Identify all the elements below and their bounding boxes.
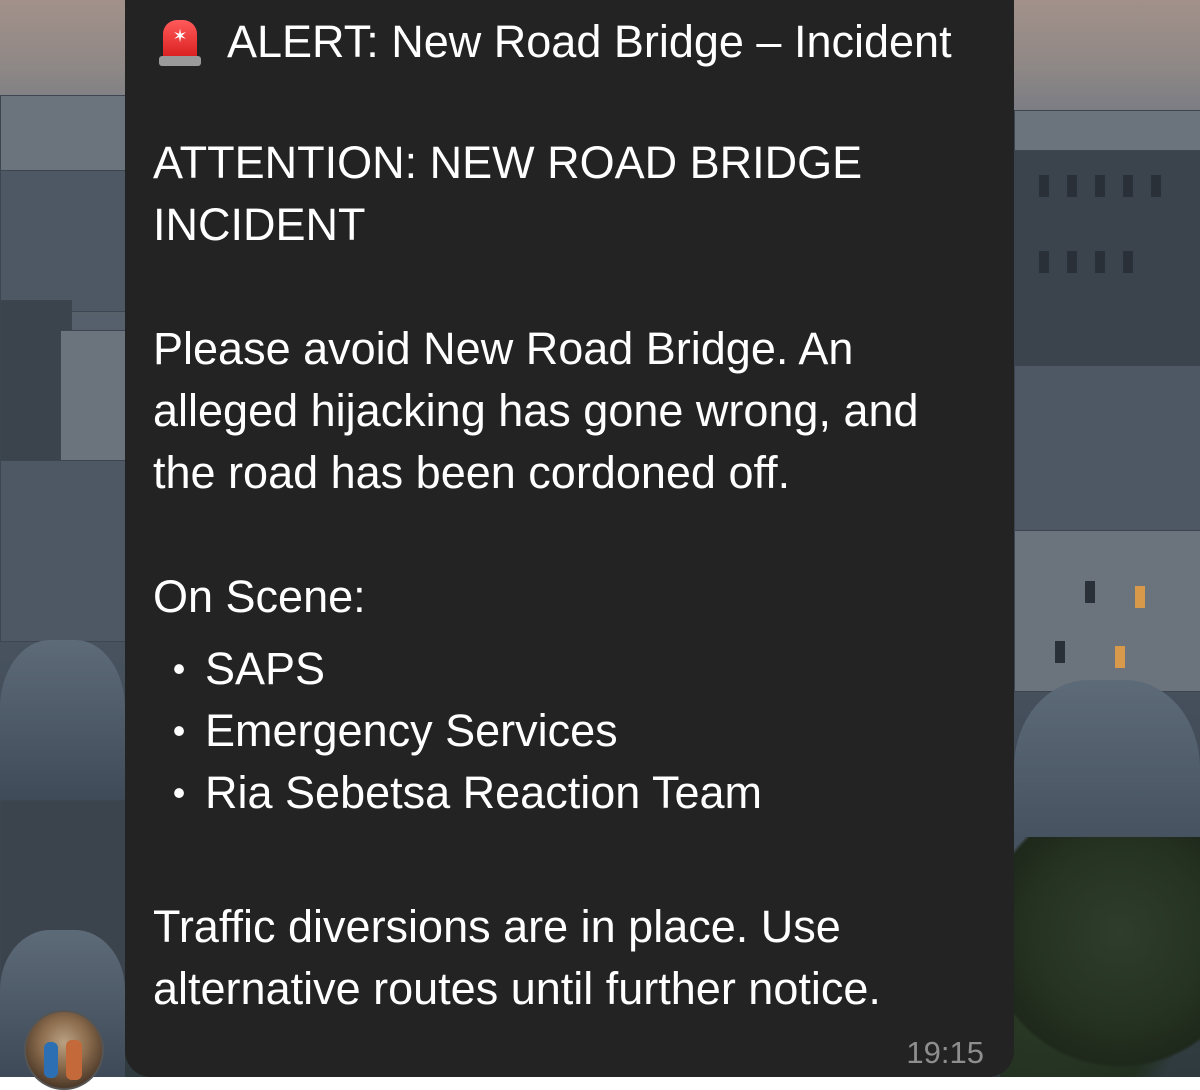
on-scene-list: • SAPS • Emergency Services • Ria Sebets… xyxy=(153,638,762,824)
message-footer-line: alternative routes until further notice. xyxy=(153,963,881,1014)
list-item-text: Emergency Services xyxy=(205,705,618,756)
message-heading-line: ATTENTION: NEW ROAD BRIDGE xyxy=(153,137,863,188)
list-item: • Ria Sebetsa Reaction Team xyxy=(153,762,762,824)
message-body-line: the road has been cordoned off. xyxy=(153,447,791,498)
bullet-icon: • xyxy=(172,648,186,689)
list-item-text: SAPS xyxy=(205,643,326,694)
list-item: • Emergency Services xyxy=(153,700,762,762)
message-footer-line: Traffic diversions are in place. Use xyxy=(153,901,841,952)
message-timestamp: 19:15 xyxy=(906,1035,984,1070)
wallpaper-building xyxy=(1014,530,1200,692)
wallpaper-building xyxy=(0,95,127,177)
bullet-icon: • xyxy=(172,772,186,813)
message-title: ALERT: New Road Bridge – Incident xyxy=(227,16,952,67)
sender-avatar[interactable] xyxy=(24,1010,104,1090)
bullet-icon: • xyxy=(172,710,186,751)
wallpaper-building xyxy=(0,170,127,312)
message-heading-line: INCIDENT xyxy=(153,199,366,250)
list-item-text: Ria Sebetsa Reaction Team xyxy=(205,767,762,818)
on-scene-label: On Scene: xyxy=(153,571,366,622)
wallpaper-roof xyxy=(0,640,125,810)
message-body-line: Please avoid New Road Bridge. An xyxy=(153,323,854,374)
wallpaper-trees xyxy=(1000,837,1200,1077)
wallpaper-building xyxy=(0,460,127,642)
wallpaper-building xyxy=(1014,150,1200,372)
list-item: • SAPS xyxy=(153,638,762,700)
message-bubble[interactable]: ✶ ALERT: New Road Bridge – Incident ATTE… xyxy=(125,0,1014,1077)
police-siren-icon: ✶ xyxy=(157,16,203,68)
message-title-row: ✶ ALERT: New Road Bridge – Incident xyxy=(157,14,952,70)
message-body-line: alleged hijacking has gone wrong, and xyxy=(153,385,919,436)
wallpaper-building xyxy=(1014,365,1200,537)
